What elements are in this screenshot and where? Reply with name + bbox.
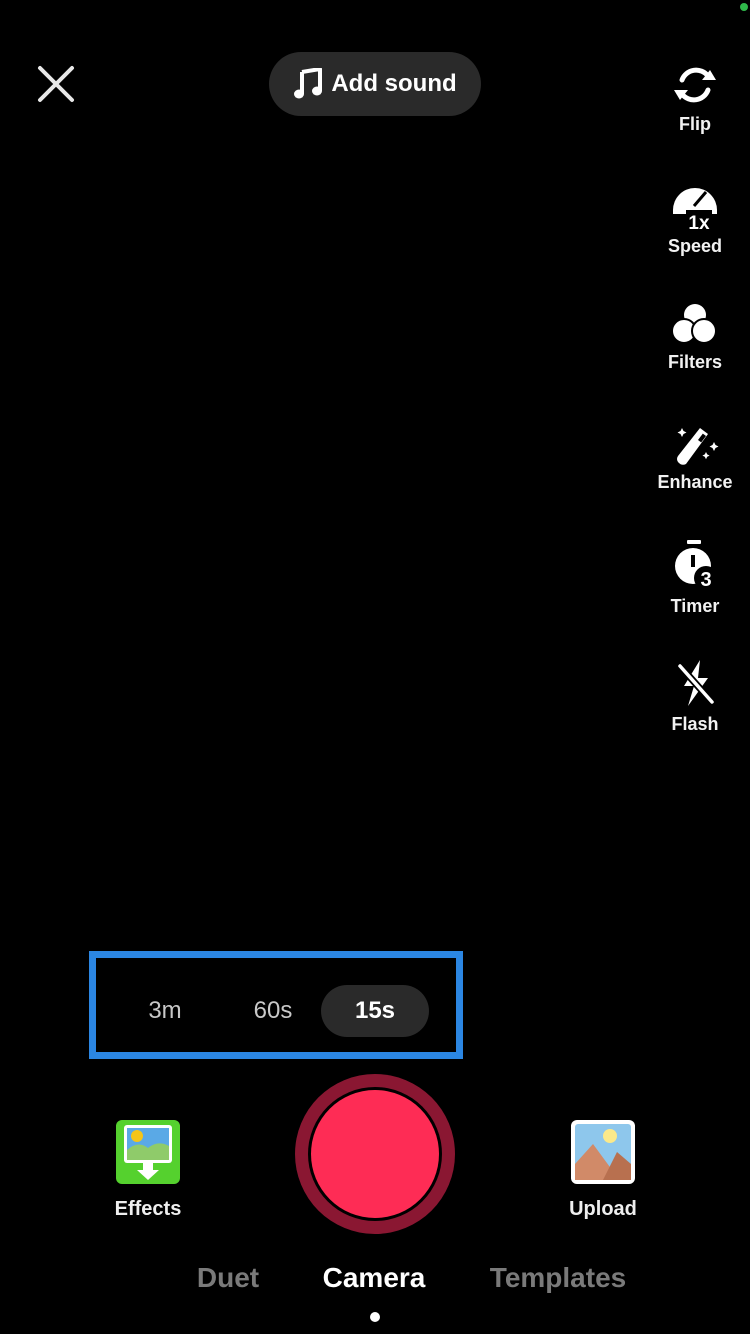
- speed-label: Speed: [667, 236, 723, 256]
- upload-label: Upload: [569, 1198, 637, 1220]
- flip-label: Flip: [679, 114, 711, 134]
- upload-image-icon: [571, 1120, 635, 1184]
- timer-icon: 3: [675, 540, 718, 590]
- duration-selector: 3m 60s 15s: [89, 951, 463, 1059]
- flash-off-icon: [677, 660, 715, 706]
- status-indicator-dot: [740, 3, 748, 11]
- tab-templates[interactable]: Templates: [490, 1262, 626, 1294]
- mode-tabs: Duet Camera Templates: [0, 1262, 750, 1302]
- timer-label: Timer: [670, 596, 720, 616]
- effects-image-icon: [116, 1120, 180, 1184]
- magic-wand-icon: [677, 428, 719, 465]
- add-sound-button[interactable]: Add sound: [269, 52, 481, 116]
- speed-button[interactable]: 1x Speed: [640, 180, 750, 257]
- timer-button[interactable]: 3 Timer: [640, 538, 750, 617]
- add-sound-label: Add sound: [331, 70, 457, 97]
- enhance-label: Enhance: [657, 472, 733, 492]
- filters-button[interactable]: Filters: [640, 302, 750, 373]
- effects-label: Effects: [114, 1198, 182, 1220]
- record-button[interactable]: [295, 1074, 455, 1234]
- filters-icon: [671, 304, 717, 344]
- flip-camera-icon: [674, 67, 716, 103]
- music-note-icon: [294, 68, 323, 99]
- speed-badge: 1x: [688, 213, 710, 230]
- duration-option-3m[interactable]: 3m: [111, 985, 219, 1037]
- tab-duet[interactable]: Duet: [197, 1262, 259, 1294]
- duration-option-15s[interactable]: 15s: [321, 985, 429, 1037]
- speed-gauge-icon: 1x: [673, 188, 717, 230]
- close-button[interactable]: [34, 62, 78, 106]
- flash-label: Flash: [671, 714, 719, 734]
- enhance-button[interactable]: Enhance: [640, 422, 750, 493]
- filters-label: Filters: [667, 352, 723, 372]
- active-tab-indicator: [370, 1312, 380, 1322]
- tab-camera[interactable]: Camera: [323, 1262, 426, 1294]
- close-icon: [38, 66, 74, 102]
- effects-button[interactable]: Effects: [105, 1120, 191, 1221]
- flip-button[interactable]: Flip: [640, 62, 750, 135]
- flash-button[interactable]: Flash: [640, 660, 750, 735]
- timer-badge: 3: [700, 569, 711, 590]
- upload-button[interactable]: Upload: [560, 1120, 646, 1221]
- duration-option-60s[interactable]: 60s: [219, 985, 327, 1037]
